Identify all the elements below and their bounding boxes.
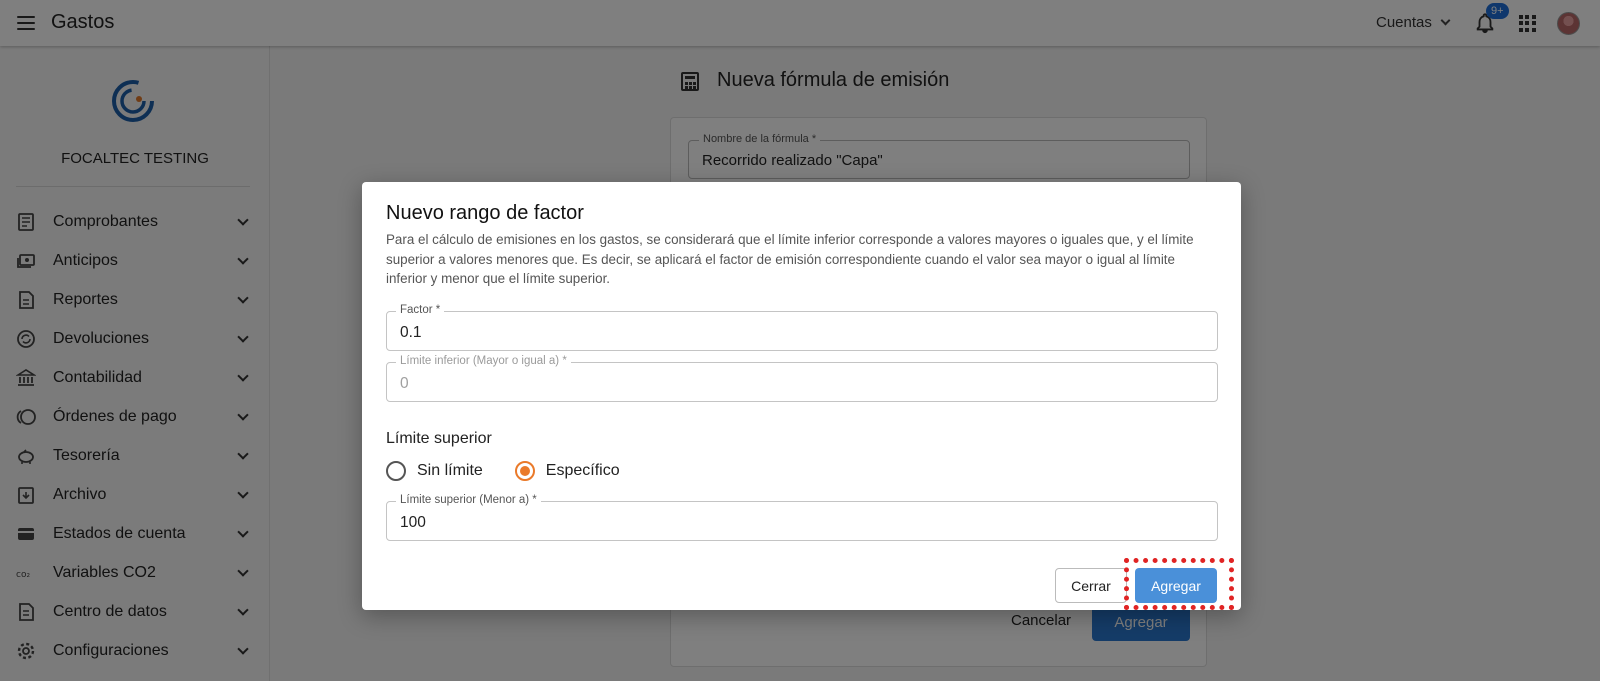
factor-field[interactable]: Factor * 0.1 — [386, 304, 1218, 351]
radio-no-limit[interactable] — [386, 461, 406, 481]
lower-limit-field: Límite inferior (Mayor o igual a) * 0 — [386, 355, 1218, 402]
factor-range-dialog: Nuevo rango de factor Para el cálculo de… — [362, 182, 1241, 610]
upper-limit-radio-group: Sin límite Específico — [386, 461, 652, 481]
factor-value: 0.1 — [400, 324, 422, 341]
close-button[interactable]: Cerrar — [1055, 568, 1127, 603]
upper-limit-value: 100 — [400, 514, 426, 531]
dialog-title: Nuevo rango de factor — [386, 202, 584, 224]
lower-limit-value: 0 — [400, 375, 409, 392]
radio-specific-label[interactable]: Específico — [546, 462, 620, 480]
lower-limit-label: Límite inferior (Mayor o igual a) * — [396, 355, 571, 367]
upper-limit-field[interactable]: Límite superior (Menor a) * 100 — [386, 494, 1218, 541]
radio-no-limit-label[interactable]: Sin límite — [417, 462, 483, 480]
upper-limit-section-label: Límite superior — [386, 430, 492, 447]
dialog-description: Para el cálculo de emisiones en los gast… — [386, 232, 1194, 286]
factor-label: Factor * — [396, 304, 445, 316]
upper-limit-label: Límite superior (Menor a) * — [396, 494, 541, 506]
radio-specific[interactable] — [514, 461, 535, 481]
highlight-box — [1124, 558, 1234, 610]
